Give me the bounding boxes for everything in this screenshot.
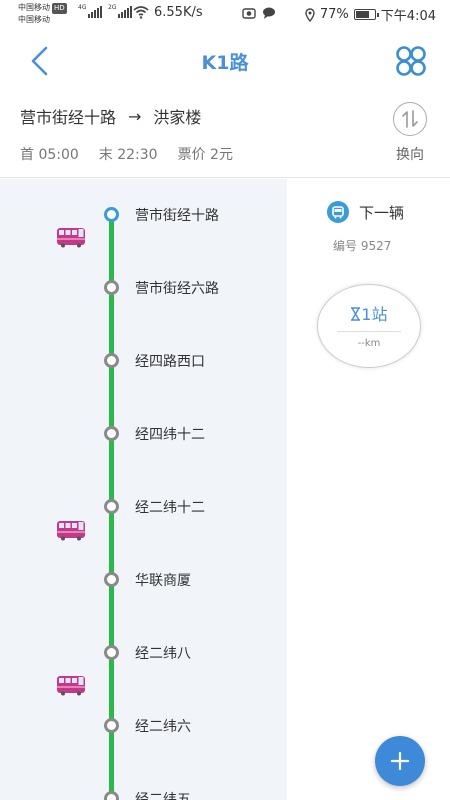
- stop-dot: [104, 207, 119, 222]
- stop-dot: [104, 426, 119, 441]
- route-destination: 洪家楼: [153, 108, 202, 127]
- stop-item[interactable]: 经四路西口: [0, 341, 287, 381]
- swap-icon: [393, 102, 427, 136]
- stop-name: 营市街经十路: [135, 208, 219, 224]
- eta-distance: --km: [357, 338, 381, 349]
- divider: [337, 331, 401, 332]
- bus-icon: [57, 521, 85, 541]
- status-bar: 中国移动 HD 中国移动 4G 2G 6.55K/s 77% 下午4:04: [0, 0, 450, 28]
- stop-dot: [104, 791, 119, 800]
- stop-name: 经二纬六: [135, 719, 191, 735]
- last-bus-time: 末 22:30: [98, 147, 158, 163]
- stop-list[interactable]: 营市街经十路 营市街经六路 经四路西口 经四纬十二 经二纬十二 华联商厦 经二纬…: [0, 179, 287, 800]
- add-button[interactable]: [375, 736, 425, 786]
- stop-name: 经四路西口: [135, 354, 205, 370]
- network-type-2: 2G: [108, 4, 117, 11]
- four-circles-icon: [396, 46, 426, 76]
- stop-name: 经四纬十二: [135, 427, 205, 443]
- carrier-2: 中国移动: [18, 15, 50, 24]
- eta-stops: 1站: [318, 301, 420, 325]
- next-bus-header: 下一辆: [327, 201, 404, 223]
- bus-circle-icon: [327, 201, 349, 223]
- chat-icon: [263, 7, 275, 19]
- eta-circle: 1站 --km: [317, 284, 421, 368]
- route-origin: 营市街经十路: [20, 108, 117, 127]
- stop-item[interactable]: 营市街经十路: [0, 195, 287, 235]
- stop-dot: [104, 280, 119, 295]
- route-direction: 营市街经十路 → 洪家楼: [20, 104, 201, 128]
- carrier-info: 中国移动 HD 中国移动: [18, 2, 67, 25]
- page-title: K1路: [201, 52, 249, 74]
- swap-label: 换向: [396, 147, 424, 163]
- arrow-right-icon: →: [128, 106, 142, 126]
- menu-button[interactable]: [394, 44, 428, 78]
- signal-icons: 4G 2G: [78, 4, 132, 18]
- signal-icon: [88, 6, 102, 18]
- stop-dot: [104, 645, 119, 660]
- stop-item[interactable]: 华联商厦: [0, 560, 287, 600]
- stop-name: 营市街经六路: [135, 281, 219, 297]
- battery-percent: 77%: [319, 7, 349, 22]
- app-header: K1路: [0, 28, 450, 94]
- bus-icon: [57, 676, 85, 696]
- stop-name: 经二纬八: [135, 646, 191, 662]
- stop-item[interactable]: 经二纬六: [0, 706, 287, 746]
- battery-icon: [353, 9, 379, 20]
- stop-name: 经二纬五: [135, 792, 191, 800]
- stop-item[interactable]: 经二纬十二: [0, 487, 287, 527]
- stop-dot: [104, 718, 119, 733]
- stop-item[interactable]: 经四纬十二: [0, 414, 287, 454]
- location-icon: [305, 7, 315, 22]
- swap-direction-button[interactable]: 换向: [388, 102, 432, 164]
- stop-name: 经二纬十二: [135, 500, 205, 516]
- bus-number: 编号 9527: [333, 239, 392, 253]
- bus-icon: [57, 228, 85, 248]
- carrier-1: 中国移动: [18, 3, 50, 12]
- stop-dot: [104, 499, 119, 514]
- route-schedule: 首 05:00 末 22:30 票价 2元: [20, 144, 233, 164]
- clock: 下午4:04: [380, 9, 436, 24]
- first-bus-time: 首 05:00: [20, 147, 79, 163]
- stop-item[interactable]: 经二纬五: [0, 779, 287, 800]
- stop-item[interactable]: 营市街经六路: [0, 268, 287, 308]
- stop-item[interactable]: 经二纬八: [0, 633, 287, 673]
- stop-dot: [104, 572, 119, 587]
- network-type-1: 4G: [78, 4, 87, 11]
- stop-dot: [104, 353, 119, 368]
- route-info: 营市街经十路 → 洪家楼 首 05:00 末 22:30 票价 2元 换向: [0, 94, 450, 178]
- camera-icon: [242, 8, 256, 19]
- plus-icon: [390, 751, 410, 771]
- wifi-icon: [133, 6, 149, 19]
- hd-badge: HD: [52, 3, 67, 14]
- stop-name: 华联商厦: [135, 573, 191, 589]
- hourglass-icon: [351, 307, 361, 321]
- signal-icon: [118, 6, 132, 18]
- next-bus-panel: 下一辆 编号 9527 1站 --km: [287, 179, 450, 800]
- next-bus-label: 下一辆: [359, 203, 405, 222]
- eta-stops-value: 1站: [361, 305, 388, 324]
- network-speed: 6.55K/s: [154, 5, 203, 20]
- fare: 票价 2元: [177, 147, 233, 163]
